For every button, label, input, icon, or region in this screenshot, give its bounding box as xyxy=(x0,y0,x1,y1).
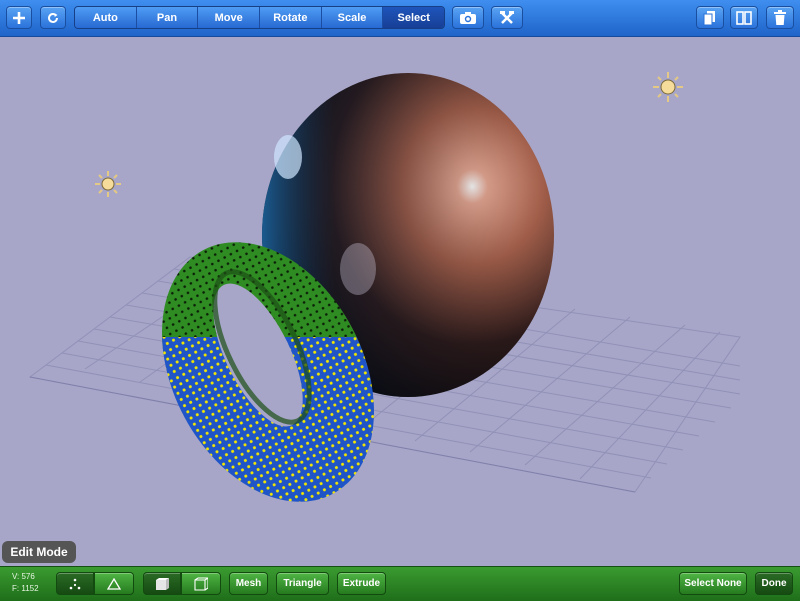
split-view-button[interactable] xyxy=(730,6,758,29)
tools-button[interactable] xyxy=(491,6,523,29)
bottom-toolbar: V: 576 F: 1152 Mesh Triangle Extrude Sel… xyxy=(0,566,800,601)
triangle-button[interactable]: Triangle xyxy=(276,572,329,595)
add-object-button[interactable] xyxy=(6,6,32,29)
transform-mode-control: Auto Pan Move Rotate Scale Select xyxy=(74,6,445,29)
mesh-stats: V: 576 F: 1152 xyxy=(12,571,39,595)
wireframe-view-toggle[interactable] xyxy=(181,572,221,595)
face-count: F: 1152 xyxy=(12,584,39,593)
edit-mode-label: Edit Mode xyxy=(2,541,76,563)
camera-icon xyxy=(460,11,476,24)
vertex-count: V: 576 xyxy=(12,572,35,581)
mesh-button[interactable]: Mesh xyxy=(229,572,268,595)
mode-pan[interactable]: Pan xyxy=(136,7,199,28)
face-select-toggle[interactable] xyxy=(94,572,134,595)
triangle-icon xyxy=(107,577,121,590)
plus-icon xyxy=(13,11,25,24)
copy-icon xyxy=(703,10,715,25)
wireframe-icon xyxy=(194,576,208,591)
mode-auto[interactable]: Auto xyxy=(75,7,137,28)
mode-rotate[interactable]: Rotate xyxy=(260,7,322,28)
mode-select[interactable]: Select xyxy=(383,7,444,28)
reset-view-button[interactable] xyxy=(40,6,66,29)
mode-scale[interactable]: Scale xyxy=(321,7,384,28)
delete-button[interactable] xyxy=(766,6,794,29)
top-toolbar: Auto Pan Move Rotate Scale Select xyxy=(0,0,800,37)
light-icon[interactable] xyxy=(653,72,683,102)
trash-icon xyxy=(774,9,786,25)
3d-viewport[interactable] xyxy=(0,37,800,566)
tools-icon xyxy=(500,10,514,24)
scene xyxy=(28,72,741,502)
mode-move[interactable]: Move xyxy=(198,7,261,28)
solid-view-toggle[interactable] xyxy=(143,572,181,595)
duplicate-button[interactable] xyxy=(696,6,724,29)
vertex-select-toggle[interactable] xyxy=(56,572,94,595)
cube-icon xyxy=(156,577,169,590)
extrude-button[interactable]: Extrude xyxy=(337,572,386,595)
camera-button[interactable] xyxy=(452,6,484,29)
done-button[interactable]: Done xyxy=(755,572,793,595)
select-none-button[interactable]: Select None xyxy=(679,572,747,595)
light-icon[interactable] xyxy=(95,171,121,197)
refresh-icon xyxy=(48,12,58,23)
vertices-icon xyxy=(69,578,81,589)
split-icon xyxy=(736,10,752,25)
